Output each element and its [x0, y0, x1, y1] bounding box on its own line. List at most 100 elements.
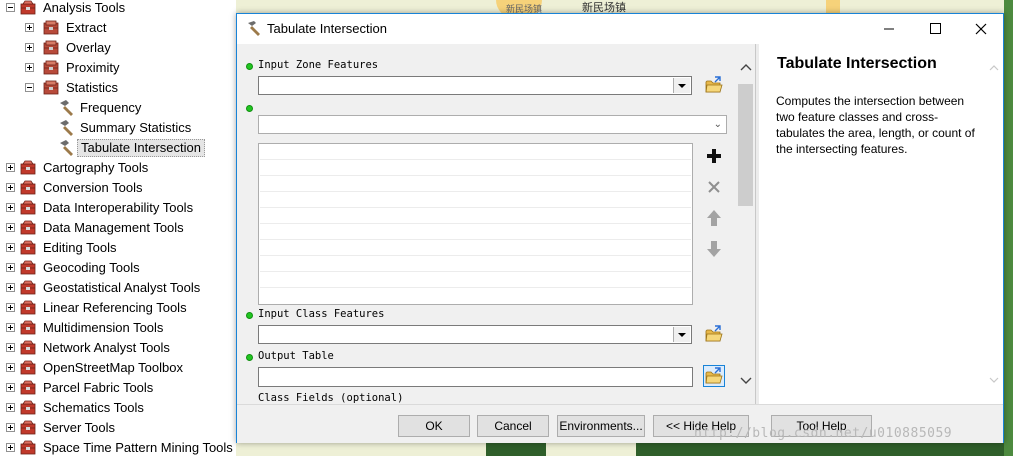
expand-icon[interactable] — [6, 383, 15, 392]
toolbox-tree[interactable]: Analysis Tools Extract Overlay Proximity Sta… — [0, 0, 236, 456]
expand-icon[interactable] — [25, 23, 34, 32]
tree-item[interactable]: Multidimension Tools — [0, 318, 236, 338]
zone-fields-list[interactable] — [258, 143, 693, 305]
tree-item[interactable]: Cartography Tools — [0, 158, 236, 178]
parameter-pane[interactable]: Input Zone Features ⌄ Input Class Featur… — [237, 44, 759, 404]
parameter-scrollbar[interactable] — [737, 58, 755, 404]
tree-item-label: Statistics — [66, 80, 119, 95]
expand-icon[interactable] — [6, 303, 15, 312]
cancel-button[interactable]: Cancel — [477, 415, 549, 437]
add-field-button[interactable] — [703, 145, 725, 167]
expand-icon[interactable] — [25, 63, 34, 72]
expand-icon[interactable] — [25, 43, 34, 52]
expand-icon[interactable] — [6, 243, 15, 252]
maximize-button[interactable] — [912, 14, 958, 44]
minimize-icon — [884, 28, 894, 30]
arrow-up-icon — [707, 210, 721, 226]
dropdown-arrow-icon[interactable] — [673, 78, 690, 93]
toolbox-icon — [20, 360, 36, 375]
browse-input-zone-button[interactable] — [703, 74, 725, 96]
expand-icon[interactable] — [6, 423, 15, 432]
tree-item[interactable]: Linear Referencing Tools — [0, 298, 236, 318]
expand-icon[interactable] — [6, 223, 15, 232]
tree-item-label: Summary Statistics — [80, 120, 192, 135]
toolset-icon — [43, 20, 59, 35]
tree-item-label: Parcel Fabric Tools — [43, 380, 154, 395]
collapse-icon[interactable] — [25, 83, 34, 92]
environments-button[interactable]: Environments... — [557, 415, 645, 437]
tree-item-label: Server Tools — [43, 420, 116, 435]
tree-item-label: Data Interoperability Tools — [43, 200, 194, 215]
expand-icon[interactable] — [6, 263, 15, 272]
tree-item[interactable]: Server Tools — [0, 418, 236, 438]
collapse-icon[interactable] — [6, 3, 15, 12]
toolbox-icon — [20, 280, 36, 295]
tree-item[interactable]: Space Time Pattern Mining Tools — [0, 438, 236, 456]
tree-item[interactable]: Overlay — [0, 38, 236, 58]
scroll-down-icon[interactable] — [987, 374, 1001, 386]
tree-item[interactable]: Analysis Tools — [0, 0, 236, 18]
help-scrollbar[interactable] — [987, 58, 1001, 388]
zone-fields-select[interactable]: ⌄ — [258, 115, 727, 134]
expand-icon[interactable] — [6, 163, 15, 172]
required-indicator-icon — [246, 105, 253, 112]
tree-item[interactable]: Geocoding Tools — [0, 258, 236, 278]
move-down-button[interactable] — [703, 238, 725, 260]
tree-item[interactable]: Geostatistical Analyst Tools — [0, 278, 236, 298]
tree-item[interactable]: Data Interoperability Tools — [0, 198, 236, 218]
expand-icon[interactable] — [6, 443, 15, 452]
toolbox-icon — [20, 320, 36, 335]
scroll-up-icon[interactable] — [737, 60, 755, 74]
tree-item[interactable]: Frequency — [0, 98, 236, 118]
dropdown-arrow-icon[interactable] — [673, 327, 690, 342]
expand-icon[interactable] — [6, 283, 15, 292]
toolset-icon — [43, 40, 59, 55]
remove-icon — [708, 181, 720, 193]
arrow-down-icon — [707, 241, 721, 257]
tree-item-label: Analysis Tools — [43, 0, 126, 15]
map-vegetation — [1004, 0, 1013, 456]
input-zone-label: Input Zone Features — [258, 59, 379, 71]
tree-item-label: Proximity — [66, 60, 120, 75]
tree-item[interactable]: Conversion Tools — [0, 178, 236, 198]
move-up-button[interactable] — [703, 207, 725, 229]
tree-item[interactable]: Network Analyst Tools — [0, 338, 236, 358]
expand-icon[interactable] — [6, 363, 15, 372]
tree-item-label: Editing Tools — [43, 240, 117, 255]
tree-item[interactable]: Schematics Tools — [0, 398, 236, 418]
remove-field-button[interactable] — [703, 176, 725, 198]
scroll-down-icon[interactable] — [737, 374, 755, 388]
output-table-label: Output Table — [258, 350, 334, 362]
required-indicator-icon — [246, 312, 253, 319]
help-description: Computes the intersection between two fe… — [776, 94, 975, 156]
minimize-button[interactable] — [866, 14, 912, 44]
toolbox-icon — [20, 420, 36, 435]
watermark: http://blog.csdn.net/u010885059 — [694, 426, 953, 441]
input-class-combo[interactable] — [258, 325, 692, 344]
tree-item[interactable]: Proximity — [0, 58, 236, 78]
tree-item[interactable]: Summary Statistics — [0, 118, 236, 138]
expand-icon[interactable] — [6, 343, 15, 352]
browse-input-class-button[interactable] — [703, 323, 725, 345]
tree-item[interactable]: Editing Tools — [0, 238, 236, 258]
scrollbar-thumb[interactable] — [738, 84, 753, 206]
tree-item[interactable]: Tabulate Intersection — [0, 138, 236, 158]
expand-icon[interactable] — [6, 403, 15, 412]
expand-icon[interactable] — [6, 183, 15, 192]
input-zone-combo[interactable] — [258, 76, 692, 95]
output-table-input[interactable] — [258, 367, 693, 387]
tree-item[interactable]: Extract — [0, 18, 236, 38]
browse-output-table-button[interactable] — [703, 365, 725, 387]
ok-button[interactable]: OK — [398, 415, 470, 437]
dialog-titlebar[interactable]: Tabulate Intersection — [237, 14, 1003, 44]
expand-icon[interactable] — [6, 323, 15, 332]
expand-icon[interactable] — [6, 203, 15, 212]
tree-item[interactable]: OpenStreetMap Toolbox — [0, 358, 236, 378]
tree-item[interactable]: Statistics — [0, 78, 236, 98]
close-button[interactable] — [958, 14, 1004, 44]
dialog-client: Input Zone Features ⌄ Input Class Featur… — [237, 44, 1003, 443]
input-class-label: Input Class Features — [258, 308, 385, 320]
tree-item[interactable]: Parcel Fabric Tools — [0, 378, 236, 398]
tree-item[interactable]: Data Management Tools — [0, 218, 236, 238]
scroll-up-icon[interactable] — [987, 62, 1001, 74]
